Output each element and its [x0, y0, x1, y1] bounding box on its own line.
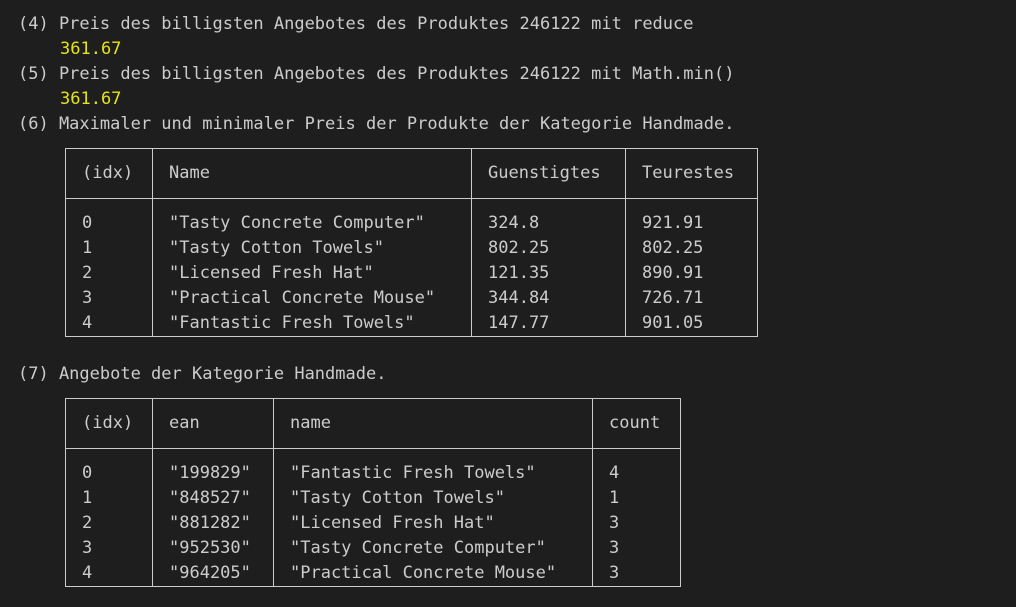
output-value-4: 361.67 — [60, 39, 122, 59]
cell-name: "Tasty Cotton Towels" — [273, 486, 593, 511]
cell-name: "Tasty Concrete Computer" — [273, 536, 593, 561]
table-row: 2 "881282" "Licensed Fresh Hat" 3 — [65, 511, 681, 536]
cell-count: 3 — [592, 536, 681, 561]
column-header-idx: (idx) — [65, 398, 153, 449]
cell-name: "Tasty Concrete Computer" — [152, 198, 472, 236]
column-header-name: name — [273, 398, 593, 449]
table-row: 4 "964205" "Practical Concrete Mouse" 3 — [65, 561, 681, 587]
cell-cheapest: 344.84 — [471, 286, 626, 311]
cell-ean: "199829" — [152, 448, 274, 486]
cell-ean: "952530" — [152, 536, 274, 561]
table-row: 1 "848527" "Tasty Cotton Towels" 1 — [65, 486, 681, 511]
cell-idx: 4 — [65, 561, 153, 587]
cell-count: 3 — [592, 511, 681, 536]
cell-cheapest: 121.35 — [471, 261, 626, 286]
cell-name: "Fantastic Fresh Towels" — [273, 448, 593, 486]
price-range-table: (idx) Name Guenstigtes Teurestes 0 "Tasty… — [65, 148, 758, 337]
cell-count: 1 — [592, 486, 681, 511]
cell-idx: 3 — [65, 286, 153, 311]
output-line-7: (7) Angebote der Kategorie Handmade. — [18, 364, 387, 384]
cell-idx: 1 — [65, 236, 153, 261]
cell-cheapest: 147.77 — [471, 311, 626, 337]
cell-most-expensive: 901.05 — [625, 311, 758, 337]
column-header-most-expensive: Teurestes — [625, 148, 758, 199]
column-header-count: count — [592, 398, 681, 449]
column-header-cheapest: Guenstigtes — [471, 148, 626, 199]
output-line-5: (5) Preis des billigsten Angebotes des P… — [18, 64, 735, 84]
table-row: 0 "Tasty Concrete Computer" 324.8 921.91 — [65, 198, 758, 236]
column-header-idx: (idx) — [65, 148, 153, 199]
cell-idx: 4 — [65, 311, 153, 337]
table-row: 1 "Tasty Cotton Towels" 802.25 802.25 — [65, 236, 758, 261]
cell-idx: 2 — [65, 261, 153, 286]
column-header-ean: ean — [152, 398, 274, 449]
cell-idx: 1 — [65, 486, 153, 511]
table-row: 0 "199829" "Fantastic Fresh Towels" 4 — [65, 448, 681, 486]
cell-idx: 0 — [65, 198, 153, 236]
cell-name: "Practical Concrete Mouse" — [273, 561, 593, 587]
cell-name: "Licensed Fresh Hat" — [152, 261, 472, 286]
cell-most-expensive: 726.71 — [625, 286, 758, 311]
cell-name: "Practical Concrete Mouse" — [152, 286, 472, 311]
table-header-row: (idx) Name Guenstigtes Teurestes — [65, 148, 758, 199]
column-header-name: Name — [152, 148, 472, 199]
cell-ean: "881282" — [152, 511, 274, 536]
output-line-6: (6) Maximaler und minimaler Preis der Pr… — [18, 114, 735, 134]
cell-idx: 2 — [65, 511, 153, 536]
cell-count: 4 — [592, 448, 681, 486]
cell-name: "Licensed Fresh Hat" — [273, 511, 593, 536]
cell-cheapest: 802.25 — [471, 236, 626, 261]
cell-cheapest: 324.8 — [471, 198, 626, 236]
output-line-4: (4) Preis des billigsten Angebotes des P… — [18, 14, 694, 34]
table-row: 3 "952530" "Tasty Concrete Computer" 3 — [65, 536, 681, 561]
cell-ean: "848527" — [152, 486, 274, 511]
cell-idx: 0 — [65, 448, 153, 486]
cell-most-expensive: 802.25 — [625, 236, 758, 261]
cell-idx: 3 — [65, 536, 153, 561]
cell-ean: "964205" — [152, 561, 274, 587]
cell-name: "Tasty Cotton Towels" — [152, 236, 472, 261]
cell-most-expensive: 890.91 — [625, 261, 758, 286]
cell-most-expensive: 921.91 — [625, 198, 758, 236]
offers-table: (idx) ean name count 0 "199829" "Fantastic… — [65, 398, 681, 587]
cell-name: "Fantastic Fresh Towels" — [152, 311, 472, 337]
output-value-5: 361.67 — [60, 89, 122, 109]
table-row: 4 "Fantastic Fresh Towels" 147.77 901.05 — [65, 311, 758, 337]
cell-count: 3 — [592, 561, 681, 587]
table-header-row: (idx) ean name count — [65, 398, 681, 449]
table-row: 3 "Practical Concrete Mouse" 344.84 726.71 — [65, 286, 758, 311]
table-row: 2 "Licensed Fresh Hat" 121.35 890.91 — [65, 261, 758, 286]
